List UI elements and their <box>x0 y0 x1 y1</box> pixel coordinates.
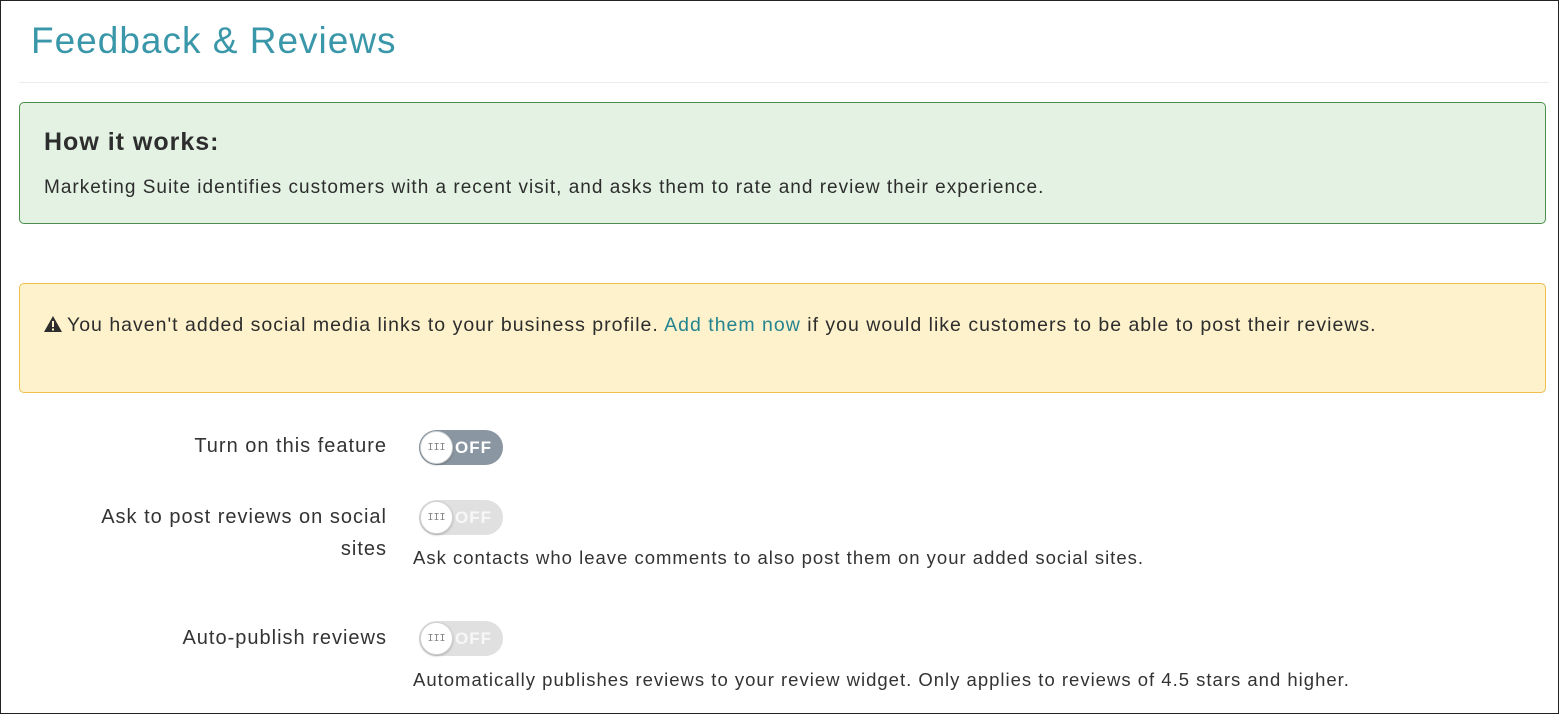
add-social-links-link[interactable]: Add them now <box>664 314 801 336</box>
ask-post-social-label-line2: sites <box>340 538 387 560</box>
title-divider <box>19 82 1549 83</box>
toggle-knob: III <box>420 622 453 655</box>
turn-on-feature-toggle[interactable]: III OFF <box>419 430 503 465</box>
auto-publish-toggle[interactable]: III OFF <box>419 621 503 656</box>
how-it-works-heading: How it works: <box>44 128 220 156</box>
grip-icon: III <box>427 512 446 523</box>
warning-triangle-icon <box>43 311 63 343</box>
toggle-state-text: OFF <box>455 629 492 648</box>
page-title: Feedback & Reviews <box>31 20 397 61</box>
ask-post-social-label: Ask to post reviews on social sites <box>101 501 387 565</box>
how-it-works-box: How it works: Marketing Suite identifies… <box>19 102 1546 224</box>
turn-on-feature-label: Turn on this feature <box>194 435 387 457</box>
grip-icon: III <box>427 442 446 453</box>
ask-post-social-label-line1: Ask to post reviews on social <box>101 506 387 528</box>
how-it-works-text: Marketing Suite identifies customers wit… <box>44 177 1045 198</box>
auto-publish-label: Auto-publish reviews <box>182 627 387 649</box>
warning-text-before: You haven't added social media links to … <box>67 314 665 336</box>
auto-publish-description: Automatically publishes reviews to your … <box>413 669 1350 690</box>
feedback-reviews-panel: Feedback & Reviews How it works: Marketi… <box>0 0 1559 714</box>
ask-post-social-toggle[interactable]: III OFF <box>419 500 503 535</box>
warning-message: You haven't added social media links to … <box>43 309 1513 343</box>
social-links-warning-box: You haven't added social media links to … <box>19 283 1546 393</box>
ask-post-social-description: Ask contacts who leave comments to also … <box>413 547 1144 568</box>
toggle-knob: III <box>420 431 453 464</box>
grip-icon: III <box>427 633 446 644</box>
toggle-state-text: OFF <box>455 438 492 457</box>
toggle-state-text: OFF <box>455 508 492 527</box>
toggle-knob: III <box>420 501 453 534</box>
warning-text-after: if you would like customers to be able t… <box>800 314 1377 336</box>
